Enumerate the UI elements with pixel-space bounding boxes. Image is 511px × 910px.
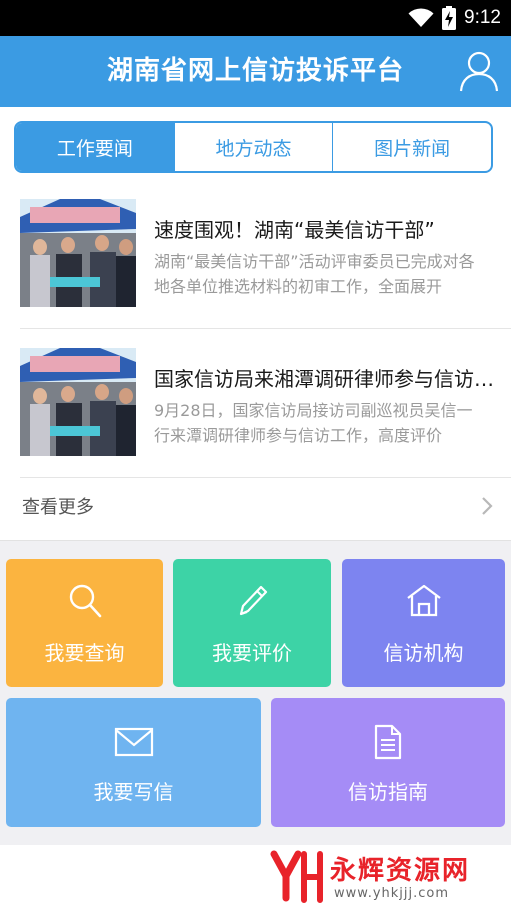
- wifi-icon: [408, 8, 434, 27]
- news-thumbnail: [20, 199, 136, 307]
- guide-label: 信访指南: [348, 780, 428, 804]
- chevron-right-icon: [482, 497, 493, 515]
- evaluate-button[interactable]: 我要评价: [173, 559, 331, 687]
- news-summary: 湖南“最美信访干部”活动评审委员已完成对各地各单位推选材料的初审工作，全面展开: [154, 252, 475, 296]
- pen-icon: [239, 585, 268, 616]
- tab-local-news[interactable]: 地方动态: [173, 123, 333, 171]
- watermark: 永辉资源网 www.yhkjjj.com: [268, 848, 498, 906]
- organization-label: 信访机构: [383, 641, 464, 665]
- query-label: 我要查询: [44, 641, 125, 665]
- news-thumbnail: [20, 348, 136, 456]
- search-icon: [69, 584, 101, 618]
- news-title: 速度围观！湖南“最美信访干部”: [154, 218, 435, 242]
- guide-button[interactable]: 信访指南: [271, 698, 505, 827]
- news-tabs: 工作要闻 地方动态 图片新闻: [14, 121, 493, 173]
- clock: 9:12: [464, 7, 501, 28]
- write-letter-button[interactable]: 我要写信: [6, 698, 261, 827]
- query-button[interactable]: 我要查询: [6, 559, 163, 687]
- mail-icon: [114, 727, 153, 757]
- watermark-name: 永辉资源网: [330, 856, 471, 886]
- user-profile-icon[interactable]: [459, 50, 499, 92]
- status-bar: 9:12: [0, 0, 511, 36]
- page-title: 湖南省网上信访投诉平台: [106, 56, 404, 86]
- news-title: 国家信访局来湘潭调研律师参与信访工作: [154, 367, 494, 391]
- battery-charging-icon: [442, 6, 457, 30]
- news-summary: 9月28日，国家信访局接访司副巡视员吴信一行来潭调研律师参与信访工作，高度评价: [154, 401, 473, 445]
- watermark-url: www.yhkjjj.com: [334, 886, 450, 901]
- view-more-label: 查看更多: [22, 497, 94, 518]
- news-item[interactable]: 国家信访局来湘潭调研律师参与信访工作 9月28日，国家信访局接访司副巡视员吴信一…: [20, 329, 511, 478]
- news-item[interactable]: 速度围观！湖南“最美信访干部” 湖南“最美信访干部”活动评审委员已完成对各地各单…: [20, 180, 511, 329]
- view-more-row[interactable]: 查看更多: [0, 478, 511, 536]
- organization-button[interactable]: 信访机构: [342, 559, 505, 687]
- write-letter-label: 我要写信: [93, 780, 174, 804]
- document-icon: [374, 724, 402, 760]
- app-bar: 湖南省网上信访投诉平台: [0, 36, 511, 107]
- tab-photo-news[interactable]: 图片新闻: [332, 123, 491, 171]
- house-icon: [406, 584, 441, 617]
- watermark-logo: [270, 850, 323, 903]
- tab-work-news[interactable]: 工作要闻: [16, 123, 174, 171]
- evaluate-label: 我要评价: [212, 641, 292, 665]
- news-list: 速度围观！湖南“最美信访干部” 湖南“最美信访干部”活动评审委员已完成对各地各单…: [0, 180, 511, 478]
